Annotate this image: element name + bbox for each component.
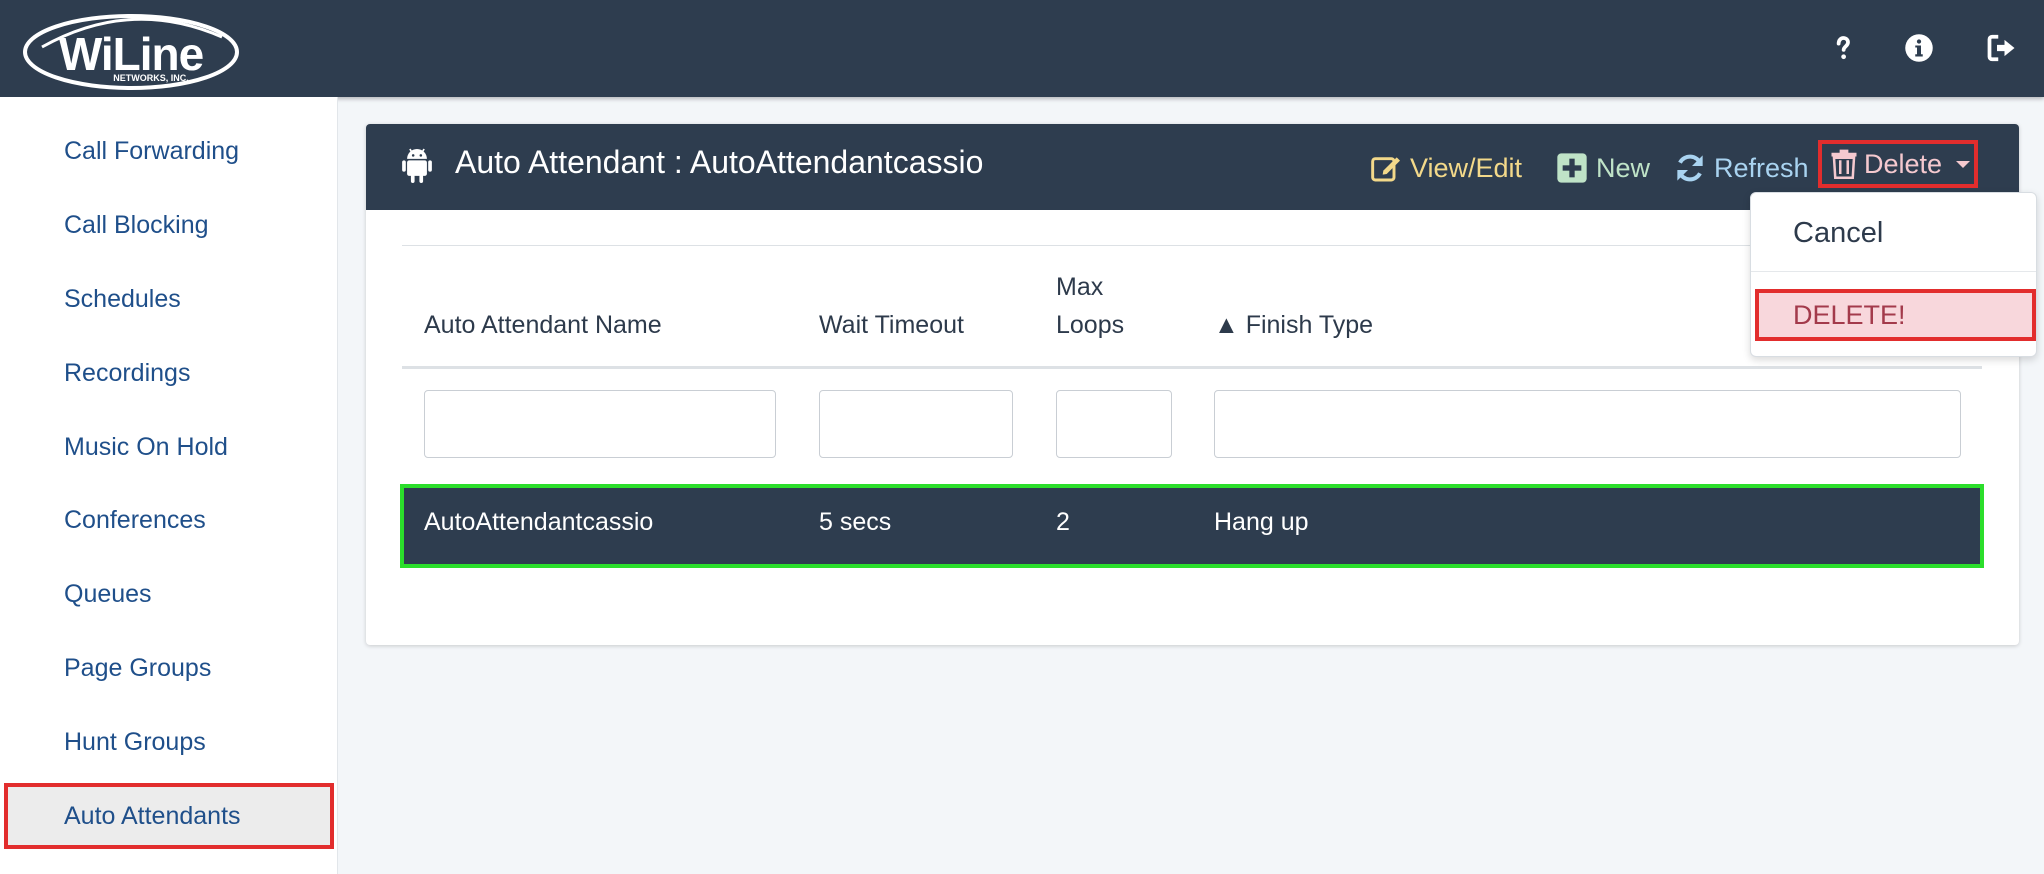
- dropdown-divider: [1751, 271, 2036, 272]
- sidebar-item-hunt-groups[interactable]: Hunt Groups: [4, 709, 334, 775]
- sidebar-item-queues[interactable]: Queues: [4, 561, 334, 627]
- new-button[interactable]: New: [1556, 148, 1650, 188]
- confirm-delete-menu-item[interactable]: DELETE!: [1755, 289, 2036, 341]
- plus-square-icon: [1557, 153, 1587, 183]
- edit-icon: [1371, 157, 1400, 182]
- sidebar-item-music-on-hold[interactable]: Music On Hold: [4, 414, 334, 480]
- view-edit-label: View/Edit: [1410, 152, 1523, 183]
- table-divider: [402, 245, 1982, 246]
- view-edit-button[interactable]: View/Edit: [1370, 148, 1522, 188]
- cell-finish-type: Hang up: [1214, 508, 1309, 536]
- column-header-name[interactable]: Auto Attendant Name: [424, 306, 662, 344]
- logo-subtitle: NETWORKS, INC.: [113, 73, 189, 83]
- new-label: New: [1596, 152, 1651, 183]
- column-header-finish-type[interactable]: ▲ Finish Type: [1214, 306, 1373, 344]
- sidebar-item-schedules[interactable]: Schedules: [4, 266, 334, 332]
- cancel-menu-item[interactable]: Cancel: [1751, 205, 2036, 261]
- sidebar-item-page-groups[interactable]: Page Groups: [4, 635, 334, 701]
- refresh-label: Refresh: [1714, 152, 1809, 183]
- delete-dropdown-menu: Cancel DELETE!: [1750, 192, 2037, 357]
- column-header-wait-timeout[interactable]: Wait Timeout: [819, 306, 964, 344]
- sidebar-item-conferences[interactable]: Conferences: [4, 487, 334, 553]
- filter-name-input[interactable]: [424, 390, 776, 458]
- sidebar-item-call-forwarding[interactable]: Call Forwarding: [4, 118, 334, 184]
- filter-finish-type-input[interactable]: [1214, 390, 1961, 458]
- cell-max-loops: 2: [1056, 508, 1070, 536]
- page-title: Auto Attendant : AutoAttendantcassio: [455, 144, 984, 180]
- logout-icon[interactable]: [1984, 30, 2020, 66]
- sidebar-item-call-blocking[interactable]: Call Blocking: [4, 192, 334, 258]
- sidebar-item-auto-attendants[interactable]: Auto Attendants: [4, 783, 334, 849]
- android-icon: [402, 148, 432, 183]
- cell-wait-timeout: 5 secs: [819, 508, 892, 536]
- filter-max-loops-input[interactable]: [1056, 390, 1172, 458]
- top-navbar: WiLine NETWORKS, INC.: [0, 0, 2044, 97]
- header-divider: [402, 366, 1982, 369]
- filter-wait-timeout-input[interactable]: [819, 390, 1013, 458]
- help-icon[interactable]: [1825, 30, 1861, 66]
- table-row[interactable]: AutoAttendantcassio 5 secs 2 Hang up: [400, 484, 1984, 568]
- sidebar-item-recordings[interactable]: Recordings: [4, 340, 334, 406]
- column-header-max-loops-line2[interactable]: Loops: [1056, 306, 1124, 344]
- trash-icon: [1831, 149, 1857, 179]
- refresh-icon: [1677, 154, 1703, 182]
- chevron-down-icon: [1956, 160, 1971, 168]
- info-icon[interactable]: [1901, 30, 1937, 66]
- cell-name: AutoAttendantcassio: [424, 508, 654, 536]
- delete-label: Delete: [1864, 148, 1943, 179]
- wiline-logo[interactable]: WiLine NETWORKS, INC.: [22, 7, 240, 91]
- delete-button[interactable]: Delete: [1818, 140, 1978, 188]
- column-header-max-loops-line1[interactable]: Max: [1056, 268, 1103, 306]
- sidebar: Call Forwarding Call Blocking Schedules …: [0, 97, 338, 874]
- refresh-button[interactable]: Refresh: [1674, 148, 1809, 188]
